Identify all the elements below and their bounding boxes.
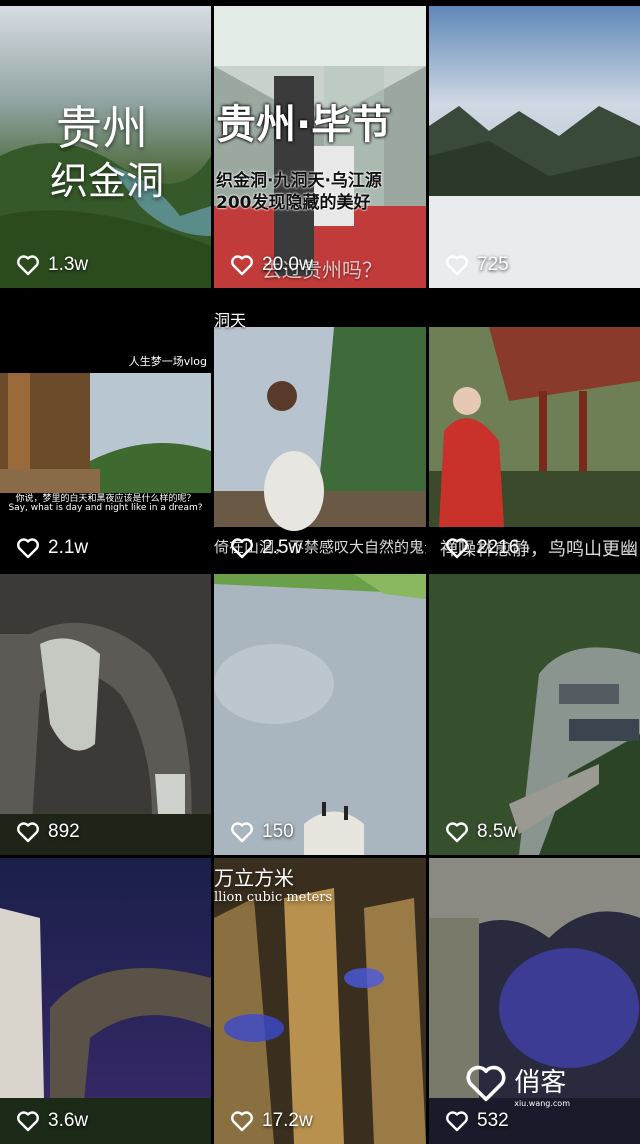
like-count: 150: [262, 821, 294, 842]
channel-tag: 洞天: [214, 311, 247, 330]
video-tile-2[interactable]: 贵州·毕节 织金洞·九洞天·乌江源 200发现隐藏的美好 去过贵州吗？ 20.0…: [214, 6, 426, 288]
like-count: 3.6w: [48, 1110, 89, 1131]
like-count-group: 532: [445, 1110, 509, 1132]
heart-icon: [230, 1110, 254, 1132]
thumbnail-woman-cliff: [214, 291, 426, 571]
like-count-group: 20.0w: [230, 254, 313, 276]
caption-en: llion cubic meters: [214, 890, 333, 905]
thumbnail-night-arch: [0, 858, 211, 1144]
watermark-text: 俏客: [514, 1068, 567, 1098]
like-count-group: 725: [445, 254, 509, 276]
banner-subtitle-2: 200发现隐藏的美好: [216, 193, 371, 213]
thumbnail-cave-arch: [0, 574, 211, 855]
like-count: 2.5w: [262, 537, 303, 558]
video-tile-1[interactable]: 贵州 织金洞 1.3w: [0, 6, 211, 288]
heart-icon: [445, 537, 469, 559]
video-tile-9[interactable]: 8.5w: [429, 574, 640, 855]
heart-logo-icon: [464, 1063, 508, 1107]
like-count-group: 2216: [445, 537, 519, 559]
heart-icon: [230, 254, 254, 276]
video-tile-4[interactable]: 人生梦一场vlog 你说，梦里的白天和黑夜应该是什么样的呢？ Say, what…: [0, 291, 211, 571]
video-tile-11[interactable]: 万立方米 llion cubic meters 17.2w: [214, 858, 426, 1144]
tile-title-line2: 织金洞: [50, 159, 165, 203]
thumbnail-river-boat: [214, 574, 426, 855]
channel-tag: 人生梦一场vlog: [128, 355, 207, 368]
heart-icon: [445, 254, 469, 276]
heart-icon: [445, 821, 469, 843]
like-count: 725: [477, 254, 509, 275]
thumbnail-valley-village: [429, 574, 640, 855]
like-count: 1.3w: [48, 254, 89, 275]
like-count-group: 2.1w: [16, 537, 88, 559]
video-tile-10[interactable]: 3.6w: [0, 858, 211, 1144]
like-count-group: 1.3w: [16, 254, 88, 276]
thumbnail-mountains: [429, 6, 640, 288]
heart-icon: [230, 537, 254, 559]
subtitle-en: Say, what is day and night like in a dre…: [8, 503, 203, 513]
like-count-group: 150: [230, 821, 294, 843]
like-count-group: 8.5w: [445, 821, 517, 843]
video-tile-12[interactable]: 俏客 xiu.wang.com 532: [429, 858, 640, 1144]
thumbnail-woman-red-dress: [429, 291, 640, 571]
video-tile-7[interactable]: 892: [0, 574, 211, 855]
heart-icon: [445, 1110, 469, 1132]
tile-title-line1: 贵州: [56, 101, 148, 155]
heart-icon: [230, 821, 254, 843]
watermark-subtext: xiu.wang.com: [514, 1099, 570, 1108]
video-tile-3[interactable]: 725: [429, 6, 640, 288]
heart-icon: [16, 821, 40, 843]
heart-icon: [16, 1110, 40, 1132]
like-count-group: 17.2w: [230, 1110, 313, 1132]
like-count-group: 892: [16, 821, 80, 843]
like-count: 17.2w: [262, 1110, 313, 1131]
video-tile-8[interactable]: 150: [214, 574, 426, 855]
like-count-group: 2.5w: [230, 537, 302, 559]
banner-title: 贵州·毕节: [216, 102, 392, 148]
video-grid: 贵州 织金洞 1.3w 贵州·毕节 织金洞·九洞天·乌江源 200发现隐藏的美好…: [0, 0, 640, 1144]
video-tile-5[interactable]: 洞天 倚在山洞，不禁感叹大自然的鬼斧神工 2.5w: [214, 291, 426, 571]
thumbnail-pavilion: [0, 291, 211, 571]
caption-cn: 万立方米: [214, 866, 294, 890]
like-count-group: 3.6w: [16, 1110, 88, 1132]
video-tile-6[interactable]: 禅噪林愈静，鸟鸣山更幽 2216: [429, 291, 640, 571]
watermark-logo: 俏客 xiu.wang.com: [464, 1062, 570, 1108]
heart-icon: [16, 254, 40, 276]
like-count: 2.1w: [48, 537, 89, 558]
like-count: 892: [48, 821, 80, 842]
like-count: 20.0w: [262, 254, 313, 275]
like-count: 2216: [477, 537, 520, 558]
like-count: 8.5w: [477, 821, 518, 842]
heart-icon: [16, 537, 40, 559]
like-count: 532: [477, 1110, 509, 1131]
